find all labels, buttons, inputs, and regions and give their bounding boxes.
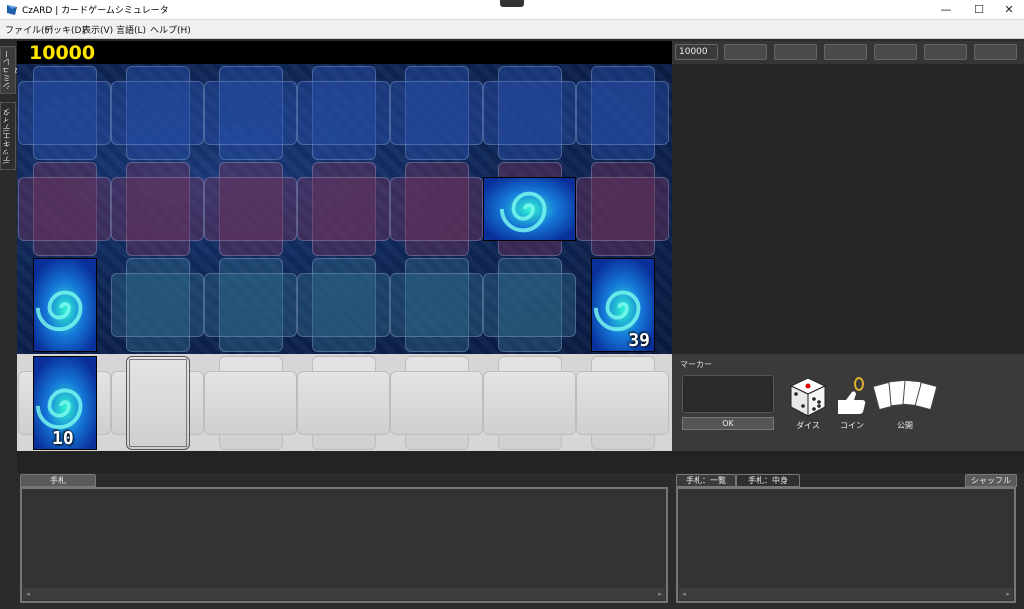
menu-language[interactable]: 言語(L) [116,23,146,36]
counter-tab[interactable] [724,44,767,60]
menu-bar: ファイル(F) デッキ(D) 表示(V) 言語(L) ヘルプ(H) [0,20,1024,39]
zone-slot[interactable] [390,371,483,435]
scroll-left-icon[interactable]: ◂ [23,588,33,600]
scroll-right-icon[interactable]: ▸ [655,588,665,600]
hand-detail-area[interactable]: ◂ ▸ [676,487,1016,603]
tab-hand-content[interactable]: 手札：中身 [736,474,800,487]
zone-slot[interactable] [204,177,297,241]
field-card-left[interactable] [33,258,97,352]
marker-label: マーカー [680,360,712,369]
selection-frame [129,359,187,447]
deck-count: 39 [628,330,650,351]
dice-icon [789,377,827,417]
shuffle-button[interactable]: シャッフル [965,474,1017,487]
zone-slot[interactable] [297,81,390,145]
marker-ok-button[interactable]: OK [682,417,774,430]
scroll-left-icon[interactable]: ◂ [679,588,689,600]
snap-handle[interactable] [500,0,524,7]
scroll-right-icon[interactable]: ▸ [1003,588,1013,600]
side-tab-bar: シミュレータ デッキエディタ [0,40,22,609]
close-button[interactable]: ✕ [994,0,1024,20]
hand-detail-panel: 手札：一覧 手札：中身 シャッフル ◂ ▸ [672,473,1024,604]
life-points: 10000 [29,42,96,64]
maximize-button[interactable]: ☐ [964,0,994,20]
counter-tab[interactable] [824,44,867,60]
reveal-cards-icon [872,379,938,411]
divider-bar [17,451,1024,473]
zone-slot[interactable] [18,177,111,241]
zone-slot[interactable] [390,81,483,145]
hand-scrollbar[interactable]: ◂ ▸ [23,588,665,600]
zone-slot[interactable] [390,273,483,337]
zone-slot[interactable] [297,371,390,435]
window-title: CzARD | カードゲームシミュレータ [22,6,169,16]
zone-slot[interactable] [576,371,669,435]
detail-scrollbar[interactable]: ◂ ▸ [679,588,1013,600]
menu-help[interactable]: ヘルプ(H) [150,23,191,36]
life-points-bar: 10000 [17,41,672,64]
counter-tab[interactable] [874,44,917,60]
zone-slot[interactable] [483,81,576,145]
lower-zone-row: 10 [17,354,672,451]
zone-slot[interactable] [204,371,297,435]
hand-panel: 手札 ◂ ▸ [17,473,672,604]
counter-tab[interactable] [774,44,817,60]
main-deck-pile[interactable]: 39 [591,258,655,352]
zone-slot[interactable] [483,273,576,337]
extra-count: 10 [52,428,74,449]
zone-slot[interactable] [297,177,390,241]
hand-area[interactable]: ◂ ▸ [20,487,668,603]
zone-slot[interactable] [18,81,111,145]
menu-deck[interactable]: デッキ(D) [44,23,85,36]
extra-deck-pile[interactable]: 10 [33,356,97,450]
counter-tab[interactable] [974,44,1017,60]
opponent-lp-tab[interactable]: 10000 [675,44,718,60]
reveal-label: 公開 [897,421,913,430]
zone-slot[interactable] [204,81,297,145]
minimize-button[interactable]: — [931,0,961,20]
zone-slot[interactable] [390,177,483,241]
dice-label: ダイス [796,421,820,430]
tools-panel: マーカー OK ダイス コイン 公開 [672,354,1024,451]
zone-slot[interactable] [111,81,204,145]
zone-slot[interactable] [297,273,390,337]
zone-slot[interactable] [111,273,204,337]
game-field: 39 [17,64,672,354]
marker-preview[interactable] [682,375,774,413]
swirl-card-back-icon [34,259,96,351]
zone-slot[interactable] [111,177,204,241]
field-card-horizontal[interactable] [483,177,576,241]
opponent-panel: 10000 [672,41,1024,354]
coin-flip-icon [838,377,866,414]
zone-slot[interactable] [576,81,669,145]
counter-tab[interactable] [924,44,967,60]
coin-label: コイン [840,421,864,430]
dice-button[interactable]: ダイス [786,376,830,430]
zone-slot[interactable] [204,273,297,337]
menu-view[interactable]: 表示(V) [82,23,113,36]
coin-button[interactable]: コイン [830,376,874,430]
reveal-button[interactable]: 公開 [872,376,938,430]
app-logo-icon [7,5,17,15]
tab-hand-list[interactable]: 手札：一覧 [676,474,736,487]
title-bar: CzARD | カードゲームシミュレータ — ☐ ✕ [0,0,1024,20]
counter-tabs: 10000 [672,41,1024,64]
tab-deck-editor[interactable]: デッキエディタ [0,102,16,170]
zone-slot[interactable] [576,177,669,241]
hand-tab[interactable]: 手札 [20,474,96,487]
swirl-card-back-icon [484,178,575,240]
zone-slot[interactable] [483,371,576,435]
tab-simulator[interactable]: シミュレータ [0,46,22,94]
